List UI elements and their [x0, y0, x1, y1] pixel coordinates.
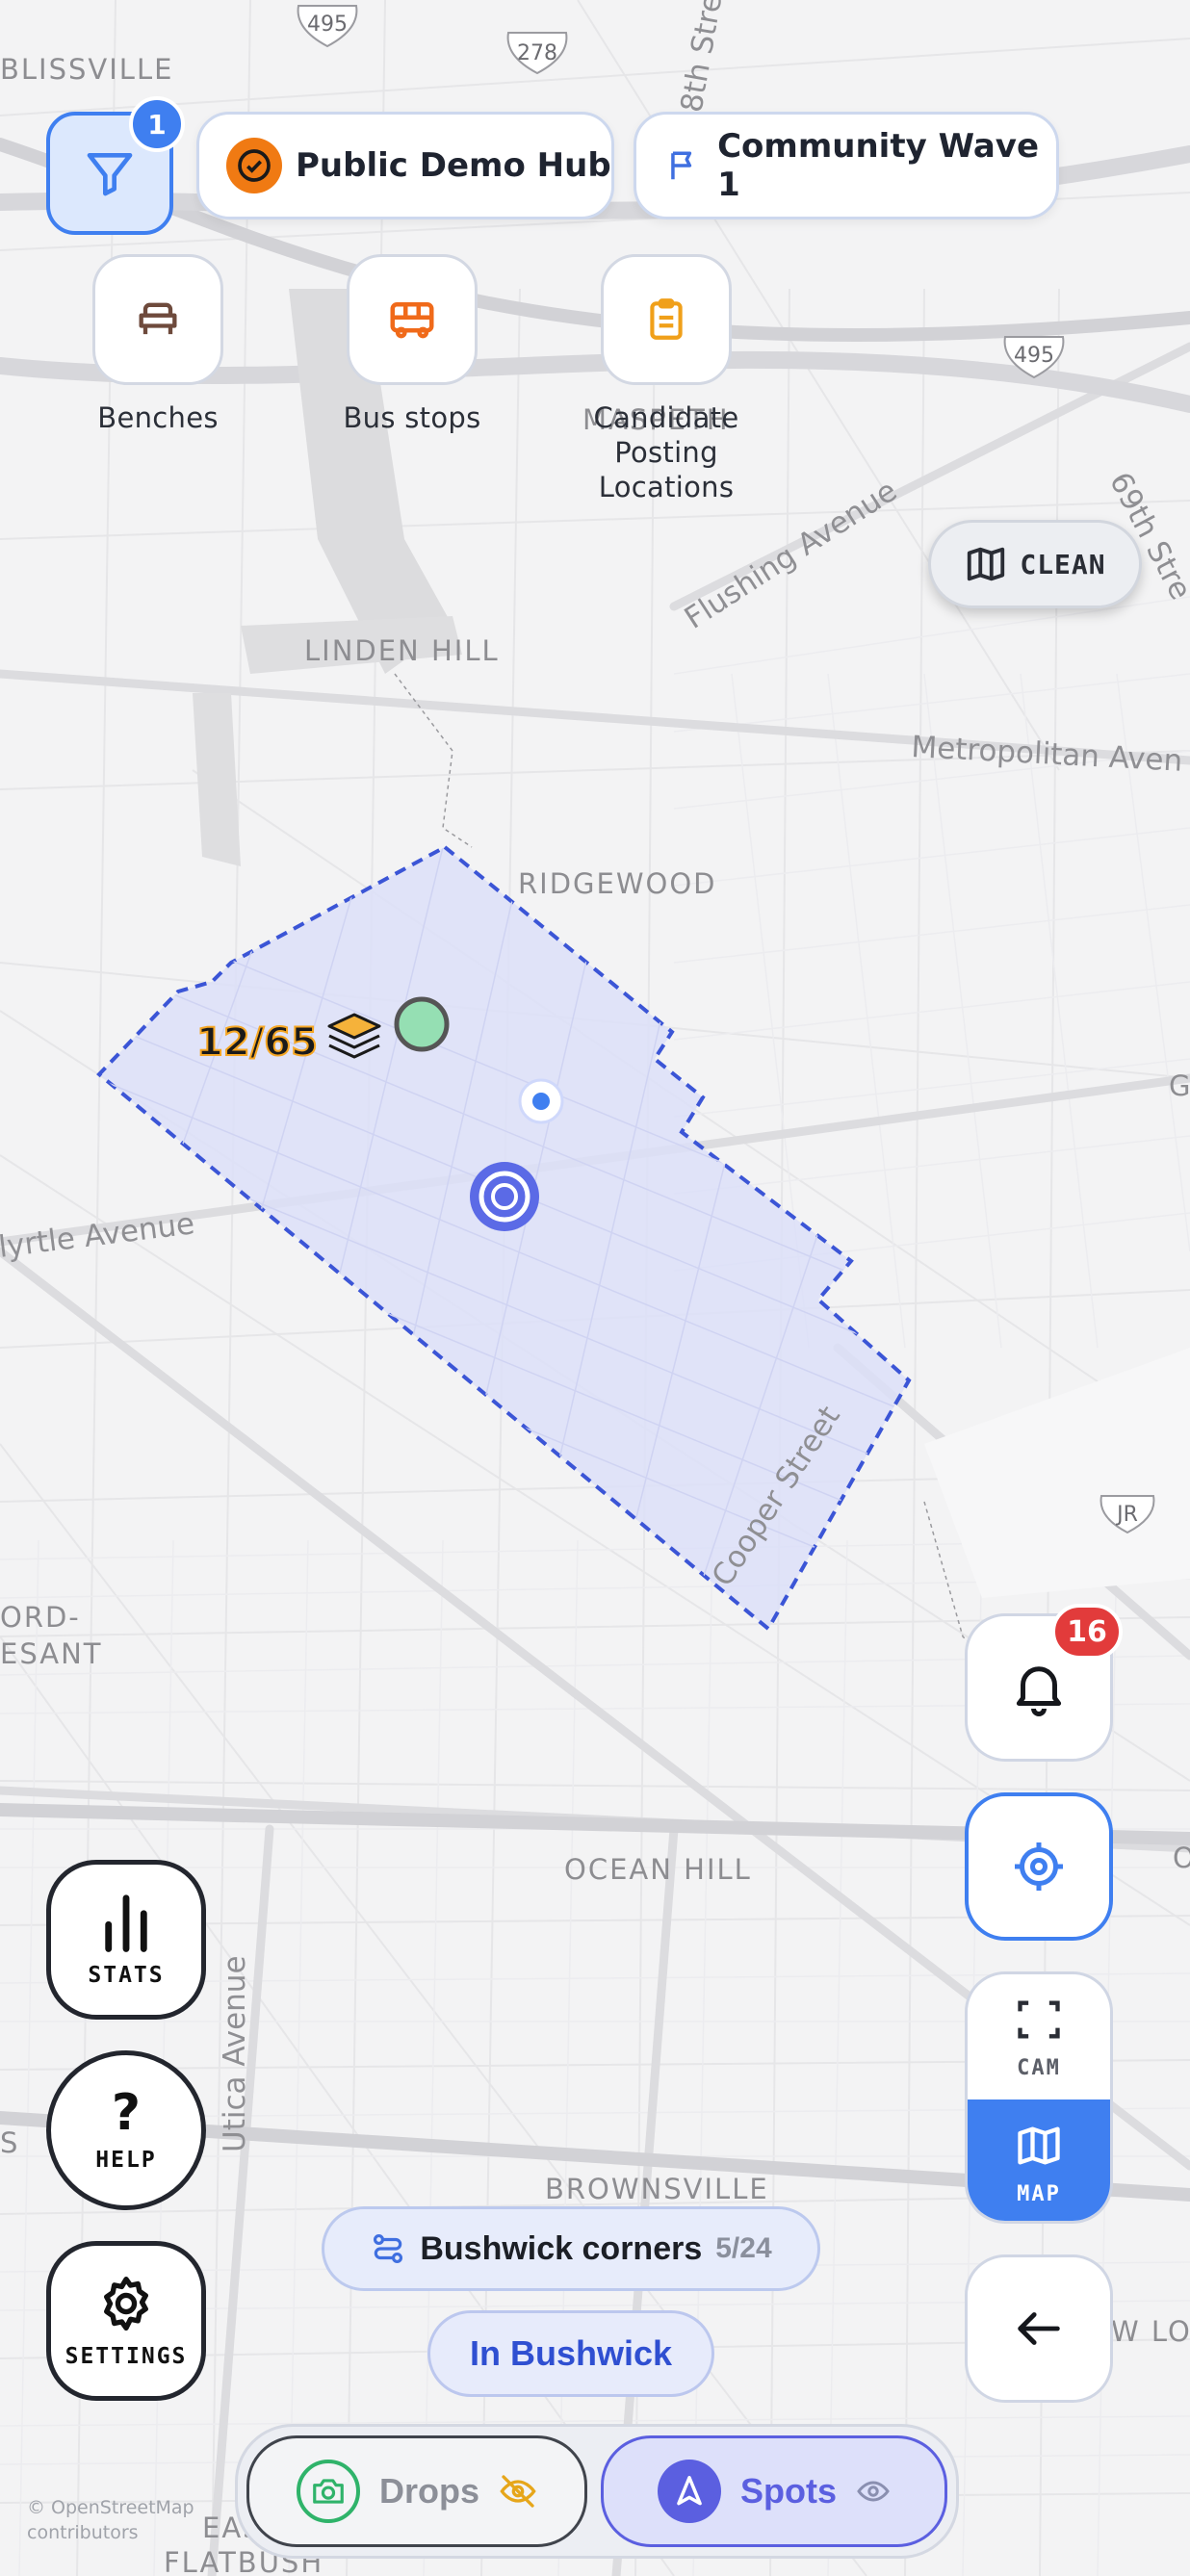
bench-icon	[139, 302, 177, 335]
label-ocean-hill: OCEAN HILL	[564, 1853, 752, 1886]
layer-benches-label: Benches	[97, 401, 219, 434]
bus-icon	[390, 302, 434, 339]
svg-text:495: 495	[307, 13, 348, 37]
svg-text:495: 495	[1014, 344, 1054, 368]
label-ridgewood: RIDGEWOOD	[518, 867, 717, 900]
label-ord: ORD-	[0, 1601, 81, 1634]
clean-label: CLEAN	[1020, 548, 1106, 580]
label-g: G	[1169, 1069, 1190, 1102]
arrow-left-icon	[1018, 2312, 1060, 2345]
label-s: S	[0, 2126, 19, 2159]
map-label: MAP	[1017, 2181, 1061, 2206]
layer-bus-stops-label: Bus stops	[343, 401, 481, 434]
cam-label: CAM	[1017, 2055, 1061, 2080]
bar-chart-icon	[105, 1894, 147, 1952]
help-label: HELP	[95, 2148, 157, 2173]
label-esant: ESANT	[0, 1637, 103, 1670]
route-pill[interactable]: Bushwick corners 5/24	[322, 2206, 820, 2291]
crosshair-icon	[1015, 1842, 1063, 1891]
locate-me-button[interactable]	[965, 1792, 1113, 1941]
bell-icon	[1016, 1666, 1062, 1716]
zone-pill[interactable]: In Bushwick	[427, 2310, 714, 2397]
label-utica-avenue: Utica Avenue	[218, 1955, 252, 2152]
svg-text:JR: JR	[1115, 1503, 1138, 1527]
filter-badge: 1	[129, 96, 185, 152]
wave-selector[interactable]: Community Wave 1	[634, 112, 1059, 219]
tab-drops[interactable]: Drops	[246, 2435, 587, 2547]
eye-off-icon	[500, 2475, 536, 2508]
label-blissville: BLISSVILLE	[0, 53, 173, 86]
route-label: Bushwick corners	[420, 2229, 703, 2267]
tab-spots[interactable]: Spots	[601, 2435, 947, 2547]
stats-label: STATS	[88, 1963, 165, 1988]
cluster-dot	[394, 996, 450, 1052]
map-icon	[968, 547, 1005, 581]
current-location-marker	[518, 1078, 564, 1124]
map-toggle-option[interactable]: MAP	[968, 2099, 1110, 2221]
check-circle-icon	[226, 138, 282, 193]
drops-label: Drops	[378, 2471, 479, 2511]
layer-candidate-locations-label: Candidate Posting Locations	[593, 401, 739, 503]
label-linden-hill: LINDEN HILL	[304, 634, 500, 667]
hub-label: Public Demo Hub	[296, 146, 611, 185]
settings-label: SETTINGS	[65, 2344, 188, 2369]
label-brownsville: BROWNSVILLE	[545, 2173, 769, 2205]
back-button[interactable]	[965, 2254, 1113, 2403]
route-progress: 5/24	[715, 2232, 772, 2264]
route-icon	[374, 2233, 403, 2264]
filter-icon	[87, 153, 133, 196]
hub-selector[interactable]: Public Demo Hub	[196, 112, 614, 219]
notifications-badge: 16	[1051, 1604, 1123, 1660]
gear-icon	[104, 2277, 148, 2331]
question-icon: ?	[111, 2084, 142, 2142]
spots-label: Spots	[739, 2471, 837, 2511]
flag-icon	[671, 151, 692, 180]
help-button[interactable]: ? HELP	[46, 2050, 206, 2210]
target-marker[interactable]	[470, 1162, 539, 1231]
settings-button[interactable]: SETTINGS	[46, 2241, 206, 2401]
svg-text:278: 278	[517, 41, 557, 65]
scan-icon	[1018, 2000, 1060, 2038]
layer-candidate-locations-button[interactable]	[601, 254, 732, 385]
clean-mode-button[interactable]: CLEAN	[928, 520, 1142, 608]
map-icon	[1018, 2126, 1060, 2164]
eye-icon	[857, 2481, 890, 2502]
cam-map-toggle[interactable]: CAM MAP	[965, 1971, 1113, 2224]
layer-bus-stops-button[interactable]	[347, 254, 478, 385]
clipboard-icon	[650, 298, 683, 340]
wave-label: Community Wave 1	[717, 127, 1040, 204]
camera-icon	[296, 2460, 360, 2523]
label-o: O	[1173, 1842, 1190, 1874]
stats-button[interactable]: STATS	[46, 1860, 206, 2020]
cam-toggle-option[interactable]: CAM	[968, 1974, 1110, 2099]
zone-label: In Bushwick	[469, 2333, 673, 2373]
map-attribution[interactable]: © OpenStreetMap contributors	[27, 2495, 220, 2545]
navigation-icon	[657, 2460, 721, 2523]
layer-benches-button[interactable]	[92, 254, 223, 385]
cluster-count: 12/65	[196, 1020, 318, 1065]
